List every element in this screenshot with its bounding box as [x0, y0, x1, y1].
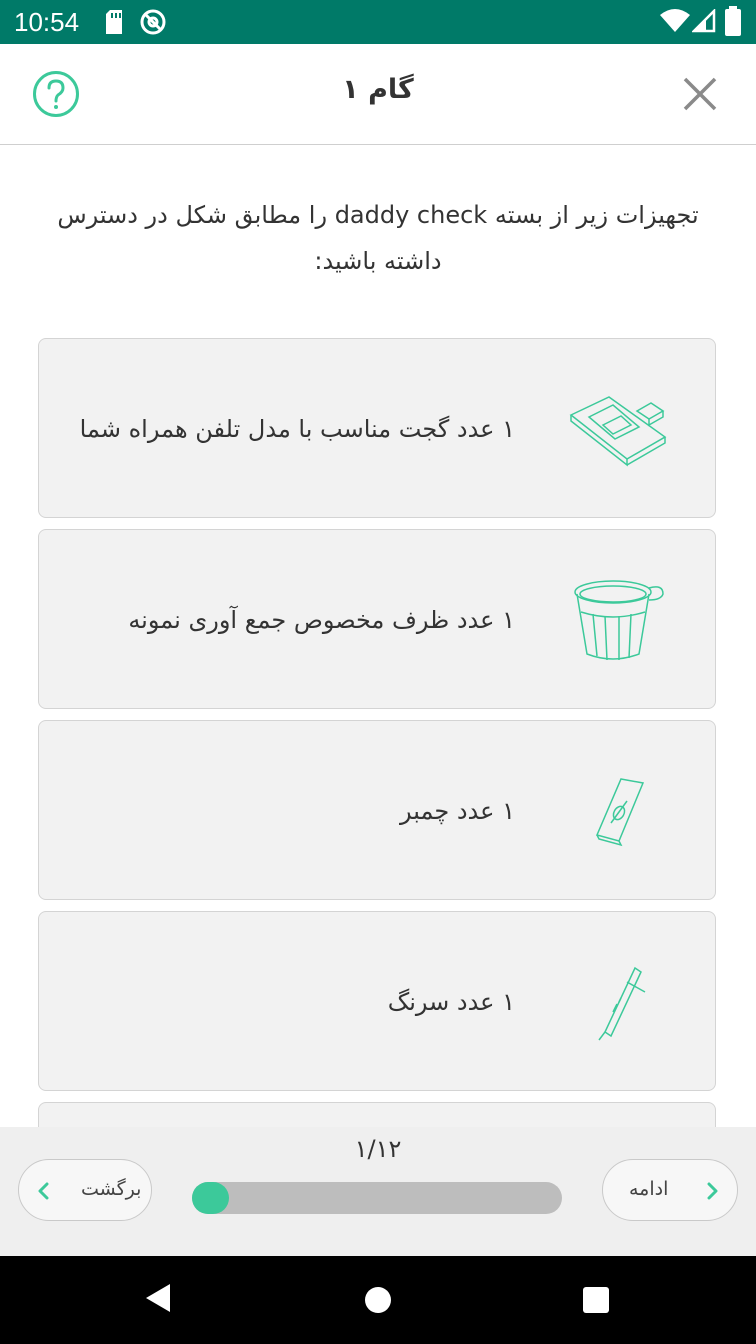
cup-icon: [574, 580, 664, 661]
status-bar: 10:54: [0, 0, 756, 44]
wifi-icon: [660, 9, 690, 32]
equipment-label: ۱ عدد گجت مناسب با مدل تلفن همراه شما: [79, 415, 515, 443]
equipment-card-chamber: ۱ عدد چمبر: [38, 720, 716, 900]
data-saver-icon: [140, 9, 166, 35]
equipment-label: ۱ عدد چمبر: [400, 797, 515, 825]
signal-icon: [692, 9, 716, 33]
sd-card-icon: [106, 10, 122, 34]
battery-icon: [725, 6, 741, 36]
syringe-icon: [598, 966, 646, 1041]
back-label: برگشت: [81, 1178, 142, 1200]
next-button[interactable]: ادامه: [602, 1159, 738, 1221]
equipment-card-gadget: ۱ عدد گجت مناسب با مدل تلفن همراه شما: [38, 338, 716, 518]
chamber-icon: [595, 778, 645, 847]
home-nav-icon[interactable]: [364, 1286, 392, 1314]
gadget-icon: [569, 396, 667, 467]
progress-bar: [192, 1182, 562, 1214]
chevron-left-icon: [38, 1182, 49, 1200]
equipment-card-syringe: ۱ عدد سرنگ: [38, 911, 716, 1091]
status-time: 10:54: [14, 7, 80, 37]
system-nav-bar: [0, 1256, 756, 1344]
back-button[interactable]: برگشت: [18, 1159, 152, 1221]
next-label: ادامه: [629, 1178, 669, 1200]
equipment-label: ۱ عدد ظرف مخصوص جمع آوری نمونه: [128, 606, 515, 634]
chevron-right-icon: [707, 1182, 718, 1200]
app-bar: گام ۱: [0, 44, 756, 145]
close-icon[interactable]: [680, 74, 720, 114]
instruction-text: تجهیزات زیر از بسته daddy check را مطابق…: [57, 201, 699, 275]
equipment-card-cup: ۱ عدد ظرف مخصوص جمع آوری نمونه: [38, 529, 716, 709]
page-title: گام ۱: [342, 74, 414, 105]
progress-fill: [192, 1182, 229, 1214]
recents-nav-icon[interactable]: [582, 1286, 610, 1314]
bottom-bar: ۱/۱۲ برگشت ادامه: [0, 1127, 756, 1256]
back-nav-icon[interactable]: [144, 1282, 172, 1314]
equipment-label: ۱ عدد سرنگ: [387, 988, 515, 1016]
